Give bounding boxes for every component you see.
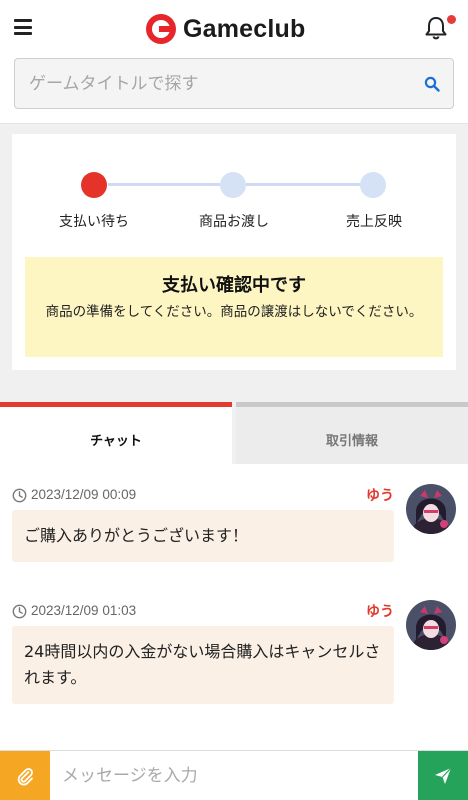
paper-plane-icon (435, 767, 452, 784)
search-input[interactable] (29, 59, 409, 108)
progress-line-1 (108, 183, 220, 186)
notification-badge (447, 15, 456, 24)
step-dot-sales-reflected (360, 172, 386, 198)
search-icon[interactable] (424, 76, 440, 92)
app-header: Gameclub (0, 0, 468, 124)
message-sender: ゆう (366, 604, 394, 620)
logo-text: Gameclub (183, 14, 306, 43)
chat-panel[interactable]: 2023/12/09 00:09 ゆう ご購入ありがとうございます！ 2023/… (0, 464, 468, 750)
notice-body: 商品の準備をしてください。商品の譲渡はしないでください。 (45, 304, 423, 320)
tab-chat[interactable]: チャット (0, 402, 232, 464)
clock-icon (12, 488, 27, 503)
tab-transaction-info-label: 取引情報 (325, 434, 378, 449)
avatar[interactable] (406, 484, 456, 534)
send-button[interactable] (418, 751, 468, 800)
step-label-sales-reflected: 売上反映 (346, 214, 402, 230)
tab-bar: チャット 取引情報 (0, 402, 468, 464)
message-composer (0, 750, 468, 800)
message-timestamp: 2023/12/09 00:09 (31, 487, 137, 502)
message-bubble: 24時間以内の入金がない場合購入はキャンセルされます。 (12, 626, 394, 704)
hamburger-menu-icon[interactable] (14, 19, 32, 35)
step-dot-payment-waiting (81, 172, 107, 198)
search-bar (14, 58, 454, 109)
avatar[interactable] (406, 600, 456, 650)
message-bubble: ご購入ありがとうございます！ (12, 510, 394, 562)
step-label-payment-waiting: 支払い待ち (59, 214, 129, 230)
tab-chat-label: チャット (90, 434, 142, 449)
tab-transaction-info[interactable]: 取引情報 (236, 402, 468, 464)
paperclip-icon (17, 768, 33, 786)
gameclub-logo[interactable]: Gameclub (146, 13, 305, 45)
message-input[interactable] (50, 751, 418, 800)
message-timestamp: 2023/12/09 01:03 (31, 603, 137, 618)
bell-icon[interactable] (422, 14, 450, 42)
clock-icon (12, 604, 27, 619)
step-dot-item-delivery (220, 172, 246, 198)
step-label-item-delivery: 商品お渡し (199, 214, 269, 230)
logo-mark-icon (146, 14, 176, 44)
payment-notice: 支払い確認中です 商品の準備をしてください。商品の譲渡はしないでください。 (25, 257, 443, 357)
message-sender: ゆう (366, 488, 394, 504)
notice-title: 支払い確認中です (162, 275, 306, 296)
attach-button[interactable] (0, 751, 50, 800)
progress-line-2 (246, 183, 360, 186)
